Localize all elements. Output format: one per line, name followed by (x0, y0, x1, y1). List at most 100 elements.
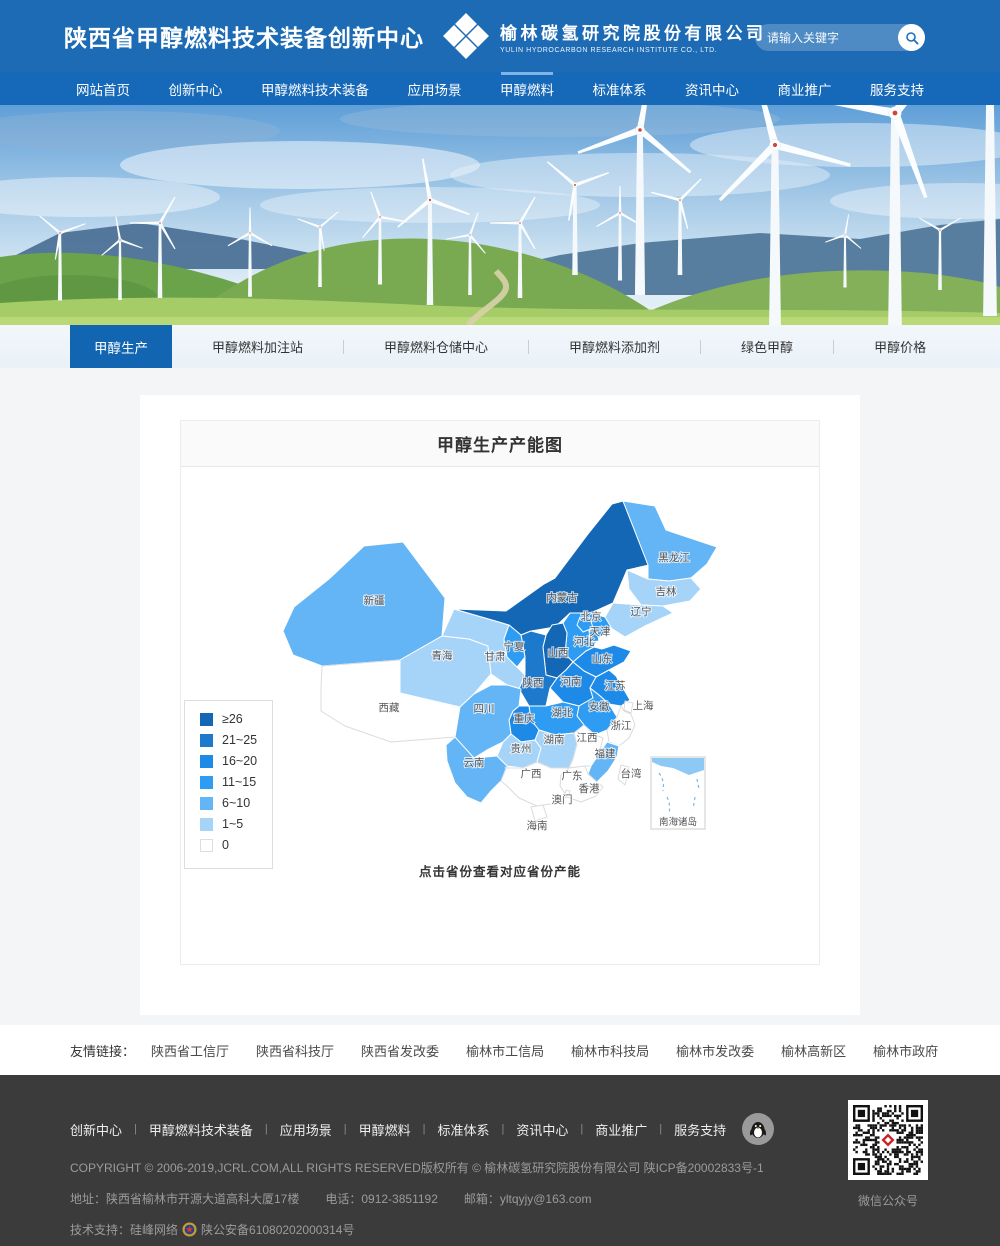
province-label-湖南: 湖南 (544, 733, 565, 746)
search-box (755, 24, 925, 51)
friend-link[interactable]: 榆林市发改委 (676, 1041, 754, 1060)
nav-item[interactable]: 服务支持 (864, 72, 930, 105)
wechat-qr-block: 微信公众号 (848, 1100, 928, 1209)
province-label-河南: 河南 (561, 675, 582, 688)
province-label-黑龙江: 黑龙江 (658, 551, 690, 564)
legend-label: 16~20 (222, 754, 257, 768)
map-caption: 点击省份查看对应省份产能 (181, 861, 819, 880)
inset-label: 南海诸岛 (659, 816, 697, 828)
china-map[interactable]: 新疆西藏青海甘肃内蒙古黑龙江吉林辽宁河北山西山东河南江苏安徽陕西宁夏湖北重庆四川… (269, 489, 729, 841)
address-text: 地址：陕西省榆林市开源大道高科大厦17楼 (70, 1190, 299, 1207)
province-label-贵州: 贵州 (511, 742, 532, 755)
company-name-en: YULIN HYDROCARBON RESEARCH INSTITUTE CO.… (500, 47, 767, 54)
province-label-云南: 云南 (464, 756, 485, 769)
content-card: 甲醇生产产能图 新疆西藏青海甘肃内蒙古黑龙江吉林辽宁河北山西山东河南江苏安徽陕西… (140, 395, 860, 1015)
nav-item[interactable]: 网站首页 (70, 72, 136, 105)
nav-item[interactable]: 创新中心 (163, 72, 229, 105)
province-label-北京: 北京 (581, 610, 602, 623)
subnav-tab[interactable]: 甲醇燃料添加剂 (529, 337, 700, 356)
legend-row: 6~10 (200, 796, 257, 810)
province-label-甘肃: 甘肃 (485, 650, 506, 663)
legend-swatch (200, 797, 213, 810)
footer-nav-separator: | (265, 1123, 268, 1135)
subnav-tab[interactable]: 甲醇价格 (834, 337, 966, 356)
legend-row: 16~20 (200, 754, 257, 768)
search-input[interactable] (755, 31, 887, 45)
legend-label: ≥26 (222, 712, 243, 726)
qr-label: 微信公众号 (848, 1192, 928, 1209)
legend-row: ≥26 (200, 712, 257, 726)
subnav-tab[interactable]: 甲醇燃料加注站 (172, 337, 343, 356)
province-label-西藏: 西藏 (379, 702, 400, 714)
nav-item[interactable]: 应用场景 (402, 72, 468, 105)
province-label-广东: 广东 (562, 769, 583, 782)
legend-swatch (200, 839, 213, 852)
province-label-海南: 海南 (527, 819, 548, 832)
subnav-tab-active[interactable]: 甲醇生产 (70, 325, 172, 368)
province-海南[interactable] (531, 805, 547, 821)
police-number[interactable]: 陕公安备61080202000314号 (201, 1221, 354, 1238)
footer-nav-link[interactable]: 甲醇燃料 (359, 1120, 411, 1139)
subnav-tab[interactable]: 绿色甲醇 (701, 337, 833, 356)
province-label-陕西: 陕西 (523, 676, 544, 689)
friend-link[interactable]: 榆林市科技局 (571, 1041, 649, 1060)
main-nav: 网站首页创新中心甲醇燃料技术装备应用场景甲醇燃料标准体系资讯中心商业推广服务支持 (0, 72, 1000, 105)
legend-swatch (200, 755, 213, 768)
legend-label: 21~25 (222, 733, 257, 747)
footer-nav-link[interactable]: 商业推广 (595, 1120, 647, 1139)
province-label-安徽: 安徽 (589, 700, 610, 713)
province-label-浙江: 浙江 (611, 720, 632, 732)
nav-item[interactable]: 商业推广 (772, 72, 838, 105)
capacity-chart-box: 甲醇生产产能图 新疆西藏青海甘肃内蒙古黑龙江吉林辽宁河北山西山东河南江苏安徽陕西… (180, 420, 820, 965)
province-label-四川: 四川 (474, 703, 495, 715)
nav-item[interactable]: 标准体系 (587, 72, 653, 105)
legend-row: 11~15 (200, 775, 257, 789)
friend-link[interactable]: 榆林高新区 (781, 1041, 846, 1060)
footer-nav-link[interactable]: 应用场景 (280, 1120, 332, 1139)
company-name-block: 榆林碳氢研究院股份有限公司 YULIN HYDROCARBON RESEARCH… (500, 19, 767, 54)
footer-nav-separator: | (344, 1123, 347, 1135)
footer-nav-link[interactable]: 资讯中心 (516, 1120, 568, 1139)
province-label-香港: 香港 (579, 783, 600, 795)
province-label-宁夏: 宁夏 (504, 640, 525, 653)
friend-links-bar: 友情链接： 陕西省工信厅 陕西省科技厅 陕西省发改委 榆林市工信局 榆林市科技局 榆林市发… (0, 1025, 1000, 1075)
company-name-cn: 榆林碳氢研究院股份有限公司 (500, 19, 767, 44)
nav-item[interactable]: 甲醇燃料技术装备 (255, 72, 375, 105)
province-label-江苏: 江苏 (605, 679, 626, 692)
subnav: 甲醇生产 甲醇燃料加注站甲醇燃料仓储中心甲醇燃料添加剂绿色甲醇甲醇价格 (0, 325, 1000, 368)
nav-item[interactable]: 资讯中心 (679, 72, 745, 105)
footer-nav-link[interactable]: 服务支持 (674, 1120, 726, 1139)
legend-label: 1~5 (222, 817, 243, 831)
friend-links-label: 友情链接： (70, 1041, 135, 1060)
legend-swatch (200, 734, 213, 747)
support-text: 技术支持：硅峰网络 (70, 1221, 178, 1238)
chart-title: 甲醇生产产能图 (437, 431, 563, 456)
footer-nav-separator: | (580, 1123, 583, 1135)
legend-swatch (200, 776, 213, 789)
footer-nav-link[interactable]: 创新中心 (70, 1120, 122, 1139)
friend-link[interactable]: 陕西省工信厅 (151, 1041, 229, 1060)
copyright-line: COPYRIGHT © 2006-2019,JCRL.COM,ALL RIGHT… (70, 1159, 930, 1176)
map-legend: ≥2621~2516~2011~156~101~50 (184, 700, 273, 869)
legend-swatch (200, 713, 213, 726)
province-label-山东: 山东 (592, 652, 613, 665)
province-label-江西: 江西 (577, 732, 598, 744)
province-label-上海: 上海 (633, 699, 654, 712)
footer-nav-link[interactable]: 甲醇燃料技术装备 (149, 1120, 253, 1139)
friend-link[interactable]: 陕西省科技厅 (256, 1041, 334, 1060)
nav-item[interactable]: 甲醇燃料 (494, 72, 560, 105)
footer-nav-separator: | (659, 1123, 662, 1135)
friend-link[interactable]: 陕西省发改委 (361, 1041, 439, 1060)
friend-link[interactable]: 榆林市政府 (873, 1041, 938, 1060)
province-label-台湾: 台湾 (621, 767, 642, 780)
support-line: 技术支持：硅峰网络 陕公安备61080202000314号 (70, 1221, 930, 1238)
email-text: 邮箱：yltqyjy@163.com (464, 1190, 592, 1207)
south-china-sea-inset: 南海诸岛 (651, 757, 705, 829)
qq-icon[interactable] (742, 1113, 774, 1145)
subnav-tab[interactable]: 甲醇燃料仓储中心 (344, 337, 528, 356)
legend-row: 1~5 (200, 817, 257, 831)
search-button[interactable] (898, 24, 925, 51)
footer-nav-link[interactable]: 标准体系 (438, 1120, 490, 1139)
friend-link[interactable]: 榆林市工信局 (466, 1041, 544, 1060)
footer-nav-separator: | (502, 1123, 505, 1135)
